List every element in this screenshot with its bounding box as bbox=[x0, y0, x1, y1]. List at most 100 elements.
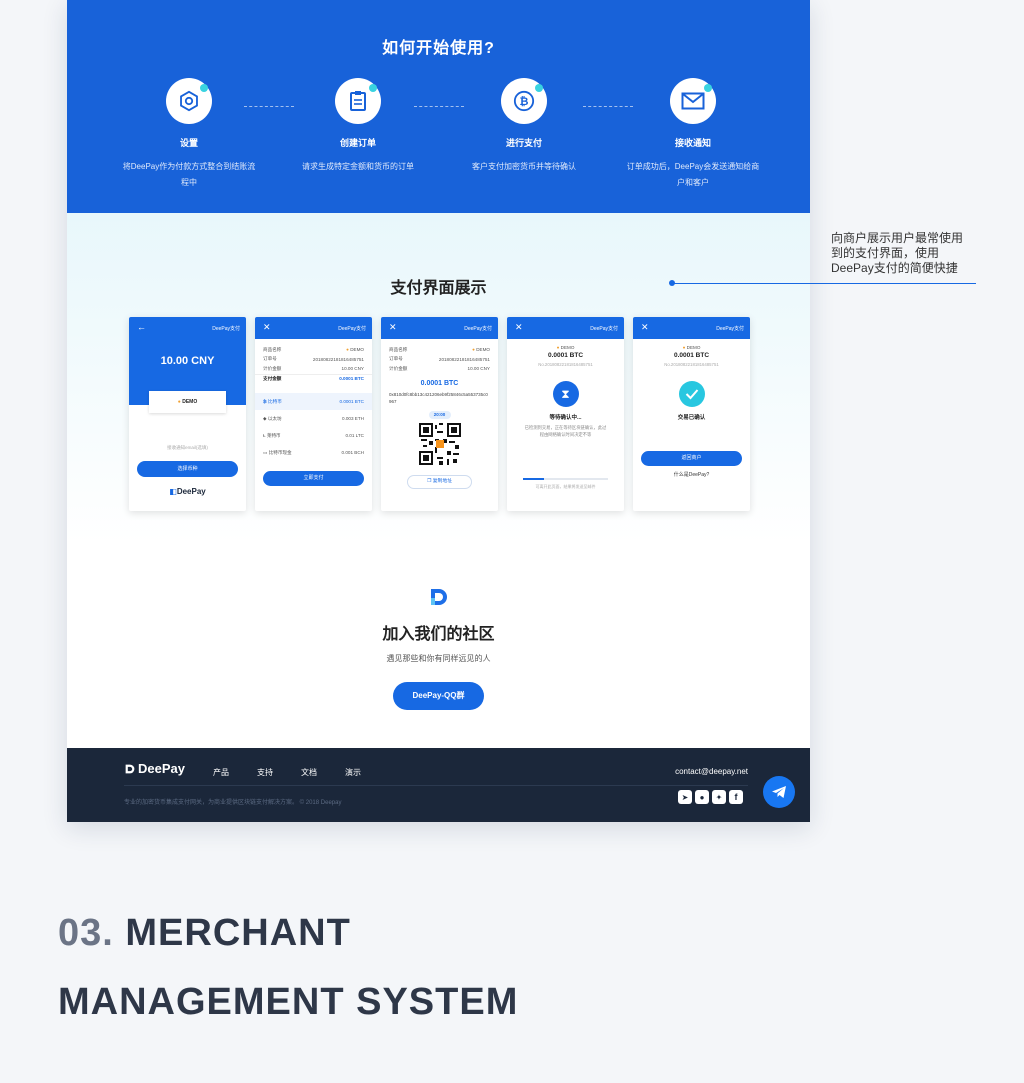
contact-email[interactable]: contact@deepay.net bbox=[675, 767, 748, 776]
order-number: No.20180822181816485751 bbox=[664, 362, 719, 367]
callout-dot bbox=[669, 280, 675, 286]
merchant-card: ● DEMO bbox=[149, 391, 226, 413]
coin-option[interactable]: ◆ 以太坊 0.003 ETH bbox=[255, 410, 372, 427]
svg-text:₿: ₿ bbox=[520, 95, 529, 108]
select-coin-button[interactable]: 选择币种 bbox=[137, 461, 238, 477]
back-arrow-icon[interactable]: ← bbox=[137, 322, 146, 332]
telegram-icon[interactable]: ➤ bbox=[678, 790, 692, 804]
site-footer: DeePay 产品 支持 文档 演示 contact@deepay.net 专业… bbox=[67, 748, 810, 822]
phone-header: ✕ DeePay支付 bbox=[633, 317, 750, 339]
how-to-title: 如何开始使用? bbox=[382, 40, 495, 57]
deepay-mark-icon bbox=[124, 763, 136, 775]
coin-option[interactable]: ₿ 比特币 0.0001 BTC bbox=[255, 393, 372, 410]
pay-now-button[interactable]: 立即支付 bbox=[263, 471, 364, 486]
amount-header: ← DeePay支付 10.00 CNY ● DEMO bbox=[129, 317, 246, 413]
footer-nav-docs[interactable]: 文档 bbox=[301, 767, 345, 778]
footer-nav-demo[interactable]: 演示 bbox=[345, 767, 389, 778]
coin-option[interactable]: Ł 莱特币 0.01 LTC bbox=[255, 427, 372, 444]
envelope-icon bbox=[670, 78, 716, 124]
phone-header: ✕ DeePay支付 bbox=[507, 317, 624, 339]
section-heading-line-1: 03. MERCHANT bbox=[58, 912, 351, 954]
phone-qr-screen: ✕ DeePay支付 商品名称 ● DEMO 订单号 2018082218181648… bbox=[381, 317, 498, 511]
gear-icon bbox=[166, 78, 212, 124]
community-section: 加入我们的社区 遇见那些和你有同样远见的人 DeePay-QQ群 bbox=[67, 580, 810, 710]
footer-nav-support[interactable]: 支持 bbox=[257, 767, 301, 778]
close-icon[interactable]: ✕ bbox=[641, 322, 649, 332]
bitcoin-coin-icon: ₿ bbox=[263, 398, 267, 404]
step-setup: 设置 将DeePay作为付款方式整合到结账流程中 bbox=[109, 78, 269, 191]
info-row: 支付金额 0.0001 BTC bbox=[255, 373, 372, 384]
amount-display: 10.00 CNY bbox=[160, 355, 215, 367]
info-row: 商品名称 ● DEMO bbox=[389, 346, 490, 353]
bitcoin-icon: ₿ bbox=[501, 78, 547, 124]
phone-amount-screen: ← DeePay支付 10.00 CNY ● DEMO 接收通知email(选填… bbox=[129, 317, 246, 511]
footer-logo[interactable]: DeePay bbox=[124, 761, 185, 776]
step-title: 设置 bbox=[179, 138, 198, 148]
step-title: 接收通知 bbox=[674, 138, 711, 148]
close-icon[interactable]: ✕ bbox=[263, 322, 271, 332]
merchant-name: ● DEMO bbox=[556, 345, 575, 350]
what-is-deepay-link[interactable]: 什么是DeePay? bbox=[633, 471, 750, 478]
step-desc: 订单成功后，DeePay会发送通知给商户和客户 bbox=[626, 162, 760, 187]
pending-note: 已检测到交易，正在等待区块链确认，此过程由网络确认时间决定不等 bbox=[524, 425, 607, 437]
return-merchant-button[interactable]: 返回商户 bbox=[641, 451, 742, 466]
qq-group-button[interactable]: DeePay-QQ群 bbox=[393, 682, 484, 710]
step-notify: 接收通知 订单成功后，DeePay会发送通知给商户和客户 bbox=[613, 78, 773, 191]
brand-label: DeePay支付 bbox=[212, 326, 240, 332]
btc-amount: 0.0001 BTC bbox=[420, 379, 459, 387]
merchant-name: DEMO bbox=[182, 399, 198, 405]
step-desc: 将DeePay作为付款方式整合到结账流程中 bbox=[122, 162, 256, 187]
countdown-timer: 20:00 bbox=[428, 410, 451, 419]
pending-status: 等待确认中... bbox=[549, 415, 582, 421]
info-row: 计价金额 10.00 CNY bbox=[389, 365, 490, 372]
step-desc: 客户支付加密货币并等待确认 bbox=[472, 162, 576, 171]
deepay-mark-icon bbox=[428, 586, 450, 608]
footer-nav: 产品 支持 文档 演示 bbox=[213, 767, 389, 778]
btc-amount: 0.0001 BTC bbox=[673, 352, 710, 359]
info-row: 订单号 20180822181816485751 bbox=[389, 356, 490, 362]
callout-line-3: DeePay支付的简便快捷 bbox=[831, 261, 958, 275]
close-icon[interactable]: ✕ bbox=[515, 322, 523, 332]
ethereum-coin-icon: ◆ bbox=[263, 415, 267, 421]
close-icon[interactable]: ✕ bbox=[389, 322, 397, 332]
btc-amount: 0.0001 BTC bbox=[547, 352, 584, 359]
deepay-logo: ◧DeePay bbox=[169, 487, 206, 496]
callout-line-2: 到的支付界面，使用 bbox=[831, 246, 940, 260]
payment-ui-showcase: 支付界面展示 ← DeePay支付 10.00 CNY ● DEMO 接收通知e… bbox=[67, 213, 810, 543]
step-title: 创建订单 bbox=[339, 138, 376, 148]
footer-copyright: 专业的加密货币集成支付网关，为商业提供区块链支付解决方案。 © 2018 Dee… bbox=[124, 800, 342, 806]
showcase-callout: 向商户展示用户最常使用 到的支付界面，使用 DeePay支付的简便快捷 bbox=[831, 231, 991, 276]
social-links: ➤ ● ✦ f bbox=[678, 790, 743, 804]
qr-code bbox=[418, 422, 461, 465]
qq-icon[interactable]: ● bbox=[695, 790, 709, 804]
info-row: 计价金额 10.00 CNY bbox=[263, 365, 364, 372]
bitcoin-cash-coin-icon: ▭ bbox=[263, 449, 268, 455]
how-to-section: 如何开始使用? 设置 将DeePay作为付款方式整合到结账流程中 创建订单 请求… bbox=[67, 0, 810, 213]
confirm-progress bbox=[523, 478, 608, 480]
footer-nav-product[interactable]: 产品 bbox=[213, 767, 257, 778]
step-title: 进行支付 bbox=[505, 138, 542, 148]
community-title: 加入我们的社区 bbox=[382, 626, 495, 643]
copy-icon: ❐ bbox=[427, 478, 432, 484]
coin-option[interactable]: ▭ 比特币现金 0.001 BCH bbox=[255, 444, 372, 461]
email-input[interactable]: 接收通知email(选填) bbox=[129, 445, 246, 451]
info-row: 商品名称 ● DEMO bbox=[263, 346, 364, 353]
leave-page-note: 可离开此页面，结果将发送至邮件 bbox=[535, 484, 596, 489]
facebook-icon[interactable]: f bbox=[729, 790, 743, 804]
merchant-name: ● DEMO bbox=[682, 345, 701, 350]
step-desc: 请求生成特定金额和货币的订单 bbox=[302, 162, 414, 171]
telegram-fab-icon[interactable] bbox=[763, 776, 795, 808]
step-pay: ₿ 进行支付 客户支付加密货币并等待确认 bbox=[444, 78, 604, 175]
callout-line-1: 向商户展示用户最常使用 bbox=[831, 231, 964, 245]
phone-confirmed-screen: ✕ DeePay支付 ● DEMO 0.0001 BTC No.201808221… bbox=[633, 317, 750, 511]
confirmed-status: 交易已确认 bbox=[677, 415, 706, 421]
twitter-icon[interactable]: ✦ bbox=[712, 790, 726, 804]
hourglass-icon: ⧗ bbox=[552, 381, 579, 407]
copy-address-button[interactable]: ❐ 复制地址 bbox=[407, 474, 472, 489]
order-document-icon bbox=[335, 78, 381, 124]
section-heading-line-2: MANAGEMENT SYSTEM bbox=[58, 981, 519, 1023]
checkmark-icon bbox=[678, 381, 705, 407]
order-number: No.20180822181816485751 bbox=[538, 362, 593, 367]
wallet-address: 0x810d0fc8bb13c421206eb9f25846c5a553735c… bbox=[389, 391, 488, 404]
step-create-order: 创建订单 请求生成特定金额和货币的订单 bbox=[278, 78, 438, 175]
